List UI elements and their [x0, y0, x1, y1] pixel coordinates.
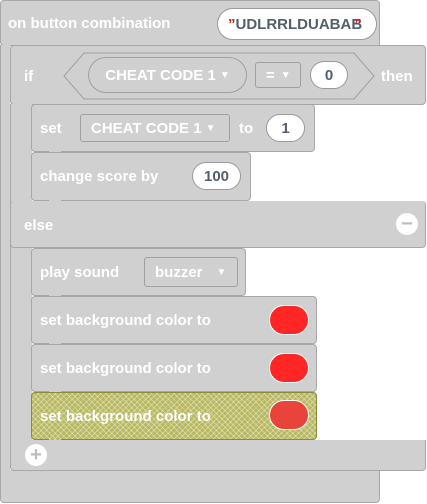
color-swatch[interactable] — [269, 353, 309, 383]
if-block-footer — [10, 440, 426, 471]
set-variable-label: CHEAT CODE 1 — [91, 119, 202, 137]
combo-value: UDLRRLDUABAB — [235, 15, 363, 33]
set-label: set — [40, 120, 62, 137]
quote-open: ” — [228, 15, 236, 33]
color-swatch[interactable] — [269, 305, 309, 335]
set-bg-color-label: set background color to — [40, 408, 211, 425]
score-value-input[interactable]: 100 — [192, 162, 241, 190]
chevron-down-icon: ▼ — [280, 69, 291, 81]
condition-variable-dropdown[interactable]: CHEAT CODE 1 ▼ — [88, 57, 247, 93]
sound-dropdown[interactable]: buzzer ▼ — [144, 257, 238, 287]
play-sound-label: play sound — [40, 264, 120, 281]
combo-input[interactable]: ” UDLRRLDUABAB ” — [217, 8, 377, 40]
then-label: then — [381, 68, 413, 85]
event-block-footer — [0, 470, 380, 503]
chevron-down-icon: ▼ — [205, 122, 216, 134]
change-score-label: change score by — [40, 168, 159, 185]
else-block-header — [10, 201, 426, 248]
score-value: 100 — [203, 167, 230, 185]
condition-value-input[interactable]: 0 — [310, 61, 348, 89]
color-swatch[interactable] — [269, 400, 309, 430]
chevron-down-icon: ▼ — [219, 69, 230, 81]
set-value-input[interactable]: 1 — [266, 114, 305, 142]
if-block-wall — [10, 104, 32, 449]
minus-icon[interactable]: − — [396, 213, 418, 235]
operator-dropdown[interactable]: = ▼ — [255, 62, 301, 88]
else-label: else — [24, 217, 54, 234]
condition-value: 0 — [324, 66, 334, 84]
event-block-wall — [0, 45, 10, 485]
if-label: if — [24, 68, 34, 85]
set-bg-color-label: set background color to — [40, 360, 211, 377]
plus-icon[interactable]: + — [25, 444, 47, 466]
on-button-combination-label: on button combination — [8, 15, 171, 32]
chevron-down-icon: ▼ — [216, 266, 227, 278]
set-bg-color-label: set background color to — [40, 312, 211, 329]
to-label: to — [239, 120, 254, 137]
condition-variable-label: CHEAT CODE 1 — [105, 66, 216, 84]
set-value: 1 — [281, 119, 290, 137]
operator-label: = — [266, 66, 275, 84]
sound-label: buzzer — [155, 263, 203, 281]
set-variable-dropdown[interactable]: CHEAT CODE 1 ▼ — [80, 114, 230, 142]
quote-close: ” — [354, 15, 362, 33]
